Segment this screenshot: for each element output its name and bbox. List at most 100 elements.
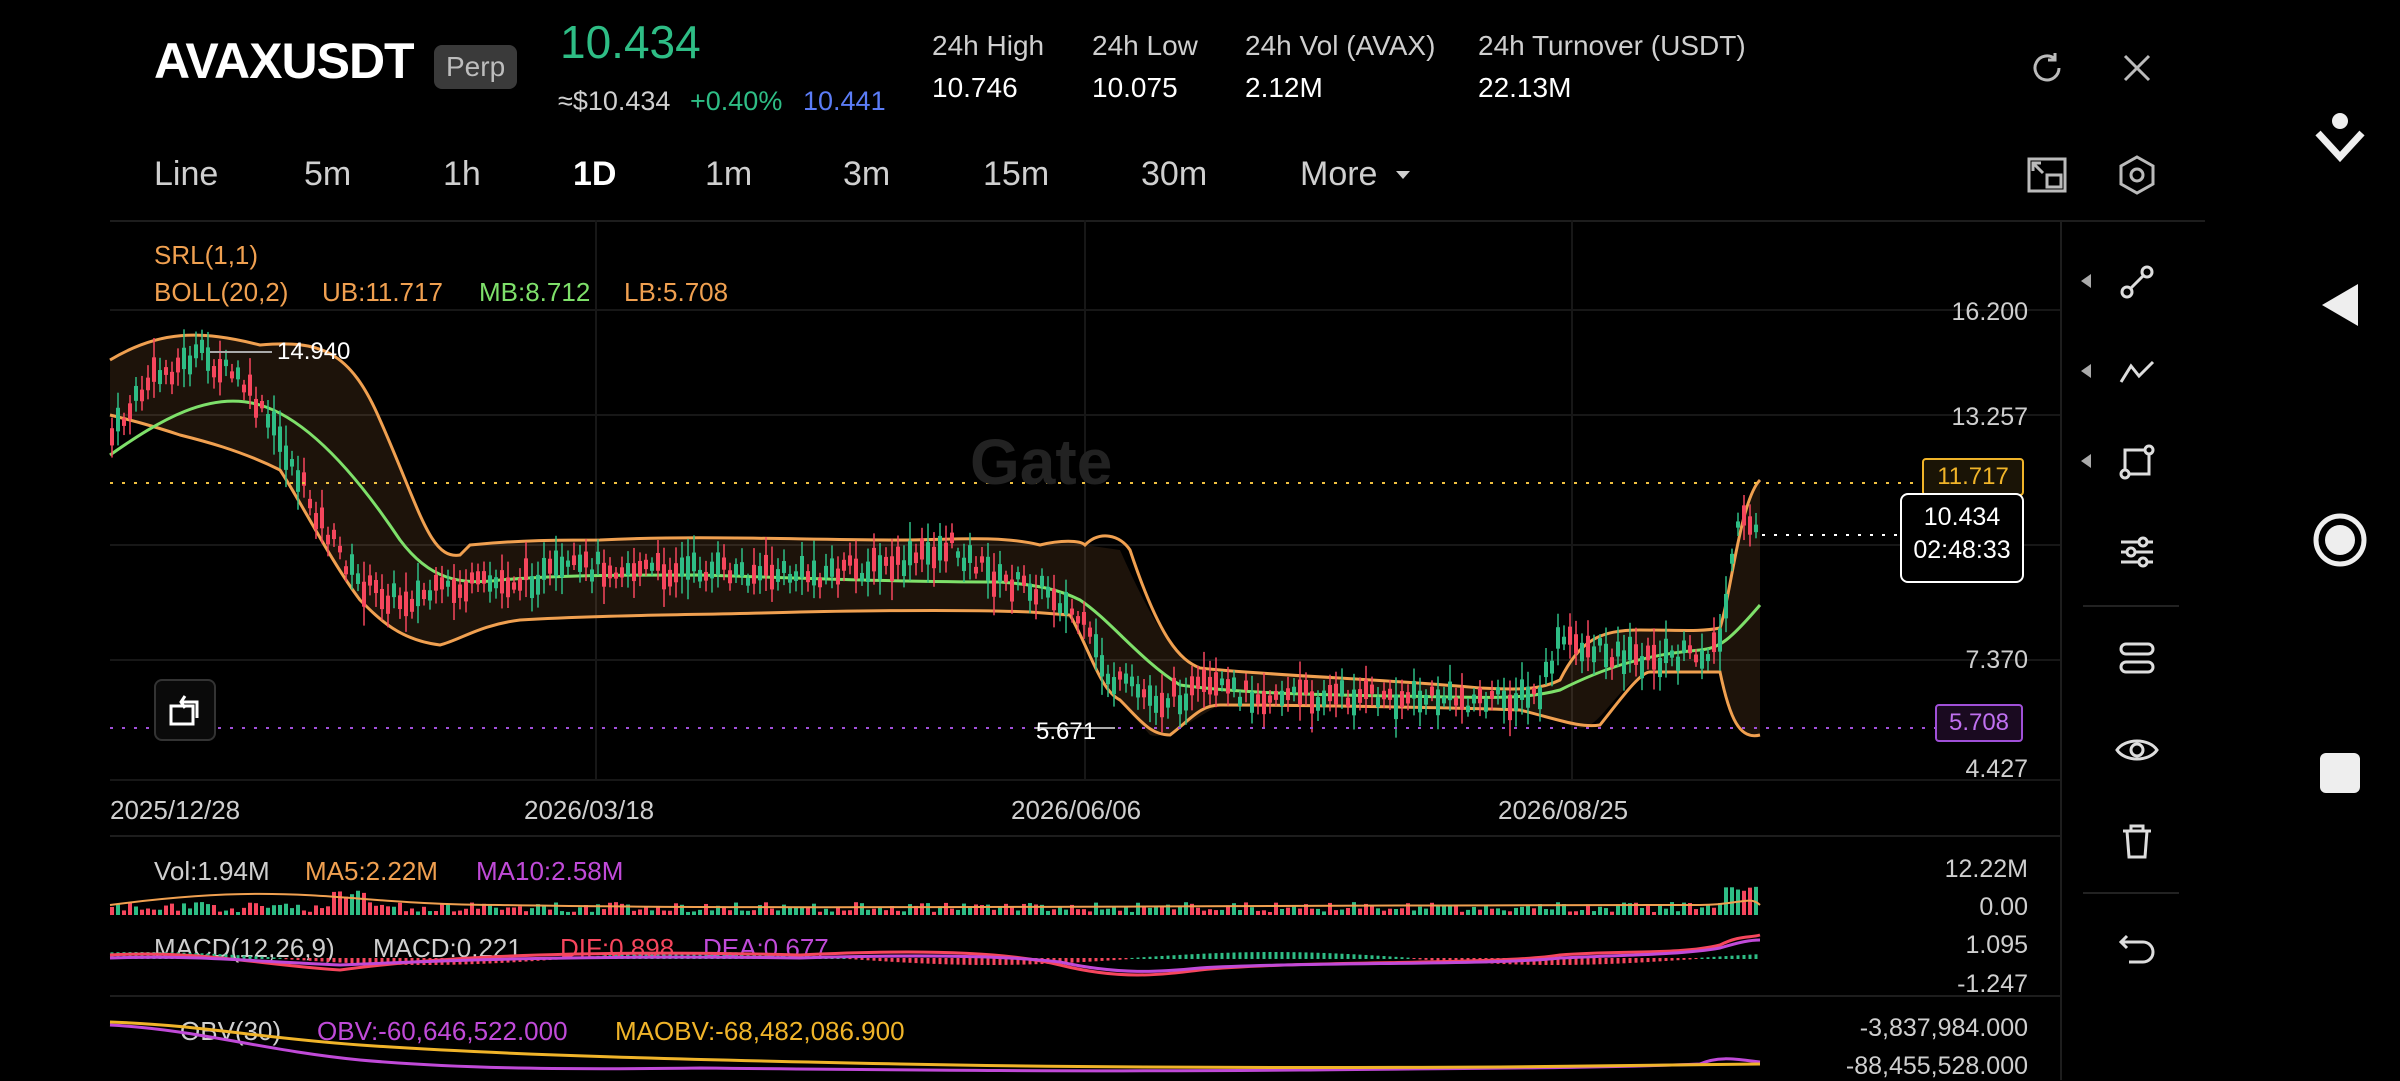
macd-histogram-bar bbox=[1214, 953, 1218, 959]
volume-bar bbox=[1196, 907, 1200, 915]
macd-histogram-bar bbox=[956, 958, 960, 965]
volume-bar bbox=[464, 908, 468, 915]
expand-arrow-icon[interactable] bbox=[2081, 274, 2093, 288]
macd-histogram-bar bbox=[350, 958, 354, 964]
volume-bar bbox=[1448, 905, 1452, 915]
macd-histogram-bar bbox=[1670, 958, 1674, 961]
volume-bar bbox=[1472, 906, 1476, 915]
volume-bar bbox=[440, 903, 444, 915]
volume-bar bbox=[1274, 902, 1278, 915]
volume-bar bbox=[242, 907, 246, 915]
volume-bar bbox=[950, 908, 954, 915]
expand-arrow-icon[interactable] bbox=[2081, 454, 2093, 468]
volume-bar bbox=[176, 910, 180, 915]
macd-histogram-bar bbox=[902, 958, 906, 963]
volume-bar bbox=[1262, 910, 1266, 915]
volume-bar bbox=[1250, 907, 1254, 915]
volume-bar bbox=[512, 907, 516, 915]
volume-bar bbox=[710, 910, 714, 915]
volume-bar bbox=[1742, 890, 1746, 915]
macd-histogram-bar bbox=[1256, 952, 1260, 959]
volume-bar bbox=[1706, 904, 1710, 915]
volume-bar bbox=[1502, 910, 1506, 915]
volume-bar bbox=[866, 909, 870, 915]
volume-bar bbox=[1520, 906, 1524, 915]
shape-tool-icon[interactable] bbox=[2107, 432, 2167, 492]
macd-histogram-bar bbox=[854, 958, 858, 960]
volume-bar bbox=[116, 904, 120, 915]
volume-bar bbox=[1352, 902, 1356, 915]
volume-bar bbox=[560, 911, 564, 915]
undo-icon[interactable] bbox=[2107, 916, 2167, 976]
volume-bar bbox=[446, 904, 450, 915]
volume-bar bbox=[422, 906, 426, 915]
volume-bar bbox=[404, 911, 408, 915]
volume-bar bbox=[608, 902, 612, 915]
volume-bar bbox=[1286, 907, 1290, 915]
volume-bar bbox=[1496, 908, 1500, 915]
macd-histogram-bar bbox=[1430, 958, 1434, 961]
volume-bar bbox=[1418, 906, 1422, 915]
macd-histogram-bar bbox=[1184, 954, 1188, 959]
volume-bar bbox=[818, 911, 822, 915]
macd-histogram-bar bbox=[1616, 958, 1620, 964]
volume-bar bbox=[302, 910, 306, 915]
volume-bar bbox=[1346, 908, 1350, 915]
expand-arrow-icon[interactable] bbox=[2081, 364, 2093, 378]
volume-bar bbox=[188, 908, 192, 915]
adjust-tool-icon[interactable] bbox=[2107, 522, 2167, 582]
volume-bar bbox=[356, 890, 360, 915]
volume-bar bbox=[650, 910, 654, 915]
macd-histogram-bar bbox=[1724, 956, 1728, 959]
macd-histogram-bar bbox=[1226, 952, 1230, 959]
volume-bar bbox=[272, 905, 276, 915]
macd-histogram-bar bbox=[1412, 958, 1416, 960]
volume-bar bbox=[1052, 909, 1056, 915]
volume-bar bbox=[668, 910, 672, 915]
volume-bar bbox=[1712, 907, 1716, 915]
volume-bar bbox=[410, 908, 414, 915]
macd-histogram-bar bbox=[950, 958, 954, 965]
volume-bar bbox=[1508, 911, 1512, 915]
macd-histogram-bar bbox=[1598, 958, 1602, 965]
volume-bar bbox=[1118, 910, 1122, 915]
trash-icon[interactable] bbox=[2107, 811, 2167, 871]
volume-bar bbox=[1148, 907, 1152, 915]
settings-tool-icon[interactable] bbox=[2107, 628, 2167, 688]
eye-icon[interactable] bbox=[2107, 720, 2167, 780]
volume-bar bbox=[1436, 905, 1440, 915]
macd-histogram-bar bbox=[1280, 952, 1284, 959]
macd-histogram-bar bbox=[290, 958, 294, 960]
fib-tool-icon[interactable] bbox=[2107, 342, 2167, 402]
macd-histogram-bar bbox=[1682, 958, 1686, 960]
back-icon[interactable] bbox=[2300, 270, 2380, 340]
drawing-toolbar bbox=[2061, 220, 2201, 1080]
macd-histogram-bar bbox=[266, 957, 270, 959]
volume-bar bbox=[1124, 906, 1128, 915]
macd-histogram-bar bbox=[926, 958, 930, 964]
volume-bar bbox=[146, 908, 150, 915]
volume-bar bbox=[1016, 910, 1020, 915]
macd-histogram-bar bbox=[1748, 954, 1752, 959]
recents-icon[interactable] bbox=[2300, 738, 2380, 808]
volume-bar bbox=[566, 911, 570, 915]
macd-histogram-bar bbox=[962, 958, 966, 965]
volume-bar bbox=[1208, 909, 1212, 915]
volume-bar bbox=[476, 908, 480, 915]
macd-histogram-bar bbox=[992, 958, 996, 965]
macd-histogram-bar bbox=[338, 958, 342, 963]
volume-bar bbox=[122, 910, 126, 915]
macd-histogram-bar bbox=[1094, 958, 1098, 962]
volume-bar bbox=[1514, 907, 1518, 915]
assistant-icon[interactable] bbox=[2300, 100, 2380, 170]
volume-bar bbox=[458, 910, 462, 915]
volume-bar bbox=[1220, 909, 1224, 915]
volume-bar bbox=[806, 907, 810, 915]
macd-histogram-bar bbox=[1658, 958, 1662, 962]
volume-bar bbox=[824, 908, 828, 915]
macd-histogram-bar bbox=[356, 958, 360, 964]
volume-bar bbox=[962, 903, 966, 915]
trendline-tool-icon[interactable] bbox=[2107, 252, 2167, 312]
volume-bar bbox=[548, 909, 552, 915]
home-icon[interactable] bbox=[2300, 505, 2380, 575]
